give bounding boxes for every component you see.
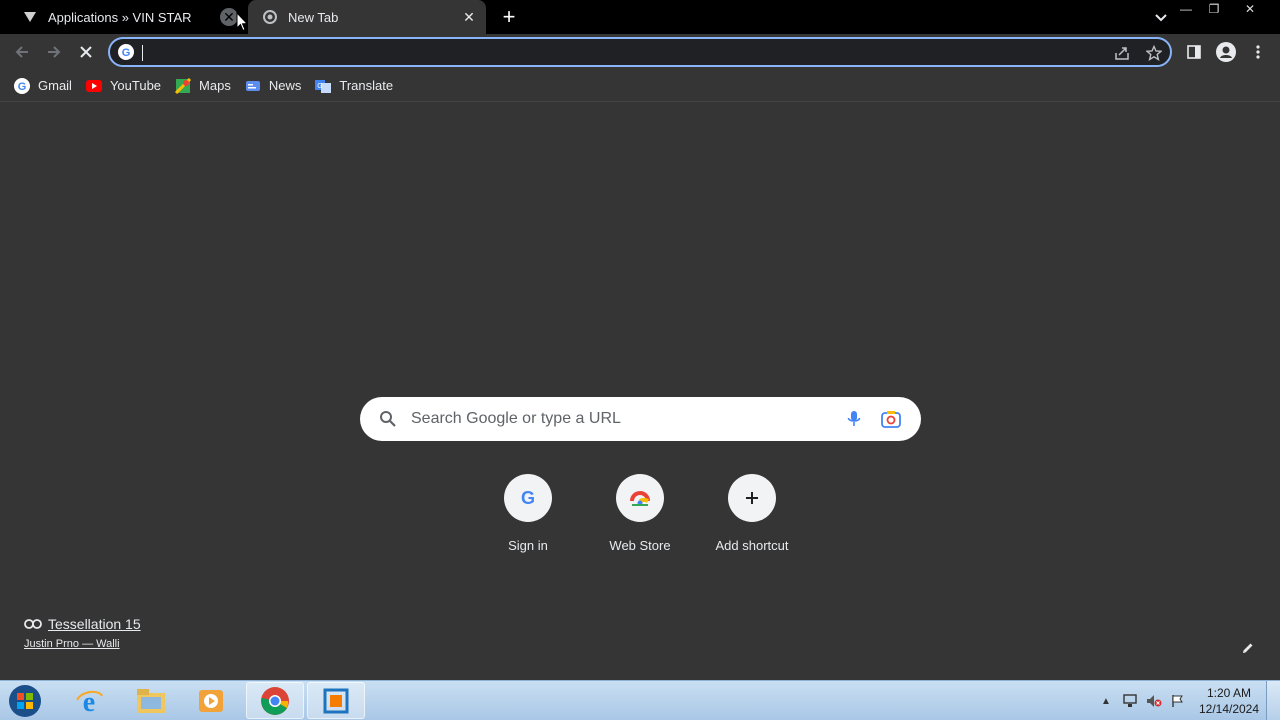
clock-time: 1:20 AM — [1206, 686, 1252, 700]
svg-text:G: G — [318, 83, 323, 90]
mouse-cursor-icon — [236, 12, 248, 32]
svg-text:G: G — [18, 81, 27, 93]
search-placeholder: Search Google or type a URL — [411, 410, 621, 427]
profile-button[interactable] — [1212, 38, 1240, 66]
webstore-icon — [616, 474, 664, 522]
file-explorer-icon — [137, 688, 165, 713]
forward-arrow-icon — [48, 46, 61, 58]
new-tab-button[interactable]: + — [498, 6, 520, 28]
news-icon — [245, 78, 261, 94]
windows-orb-icon — [9, 685, 41, 717]
volume-muted-icon[interactable] — [1146, 693, 1162, 709]
taskbar-internet-explorer[interactable]: e — [60, 682, 118, 719]
vinstar-favicon — [22, 9, 38, 25]
bookmark-label: Gmail — [38, 78, 72, 93]
tab-title: New Tab — [288, 9, 339, 25]
attribution-title[interactable]: Tessellation 15 — [48, 616, 141, 632]
shortcut-web-store[interactable]: Web Store — [584, 474, 696, 564]
clock-date: 12/14/2024 — [1198, 702, 1260, 716]
show-hidden-icons-icon[interactable]: ▲ — [1098, 693, 1114, 709]
taskbar-clock[interactable]: 1:20 AM 12/14/2024 — [1196, 685, 1262, 717]
start-button[interactable] — [4, 683, 46, 719]
kebab-menu-icon — [1256, 45, 1260, 59]
text-caret — [142, 45, 143, 61]
svg-text:G: G — [122, 47, 131, 59]
background-attribution[interactable]: Tessellation 15 Justin Prno — Walli — [24, 616, 141, 650]
shortcut-sign-in[interactable]: G Sign in — [472, 474, 584, 564]
microphone-icon[interactable] — [844, 409, 864, 429]
windows-taskbar: e ▲ 1:20 AM 12/14/2024 — [0, 680, 1280, 720]
shortcut-label: Sign in — [508, 538, 548, 553]
side-panel-button[interactable] — [1180, 38, 1208, 66]
bookmarks-bar: G Gmail YouTube Maps News G Translate — [0, 70, 1280, 102]
tab-search-chevron-icon[interactable] — [1150, 6, 1172, 28]
translate-icon: G — [315, 78, 332, 94]
taskbar-virtualbox[interactable] — [307, 682, 365, 719]
tab-new-tab[interactable]: New Tab ✕ — [248, 0, 486, 34]
shortcut-label: Add shortcut — [715, 538, 789, 553]
minimize-button[interactable]: — — [1172, 0, 1200, 18]
share-icon[interactable] — [1112, 43, 1132, 63]
bookmark-youtube[interactable]: YouTube — [84, 74, 167, 98]
attribution-author[interactable]: Justin Prno — Walli — [24, 638, 141, 650]
restore-button[interactable]: ❐ — [1200, 0, 1228, 18]
close-window-button[interactable]: ✕ — [1228, 0, 1272, 18]
bookmark-label: YouTube — [109, 78, 162, 93]
bookmark-label: News — [268, 78, 302, 93]
bookmark-news[interactable]: News — [243, 74, 308, 98]
bookmark-maps[interactable]: Maps — [173, 74, 237, 98]
virtualbox-icon — [323, 688, 349, 713]
tab-title: Applications » VIN STAR — [48, 9, 192, 25]
bookmark-label: Translate — [339, 78, 394, 93]
window-controls: — ❐ ✕ — [1172, 0, 1272, 18]
youtube-icon — [85, 78, 102, 94]
toolbar: G — [0, 34, 1280, 70]
back-button[interactable] — [8, 38, 36, 66]
profile-avatar-icon — [1216, 42, 1236, 62]
tab-strip: Applications » VIN STAR ✕ New Tab ✕ + — … — [0, 0, 1280, 34]
ntp-search-box[interactable]: Search Google or type a URL — [360, 397, 921, 441]
search-icon — [378, 409, 398, 429]
google-icon: G — [118, 44, 134, 60]
network-icon[interactable] — [1122, 693, 1138, 709]
back-arrow-icon — [15, 46, 28, 58]
side-panel-icon — [1187, 45, 1201, 59]
google-lens-icon[interactable] — [880, 409, 902, 429]
system-tray: ▲ — [1098, 691, 1186, 711]
media-player-icon — [199, 689, 223, 712]
bookmark-star-icon[interactable] — [1144, 43, 1164, 63]
address-input[interactable] — [142, 43, 1082, 61]
bookmark-label: Maps — [199, 78, 231, 93]
bookmark-gmail[interactable]: G Gmail — [12, 74, 78, 98]
taskbar-chrome[interactable] — [246, 682, 304, 719]
stop-x-icon — [80, 46, 92, 58]
action-center-flag-icon[interactable] — [1170, 693, 1186, 709]
chrome-newtab-favicon — [262, 9, 278, 25]
google-icon: G — [14, 77, 30, 94]
taskbar-file-explorer[interactable] — [122, 682, 180, 719]
svg-text:G: G — [521, 488, 535, 508]
menu-button[interactable] — [1244, 38, 1272, 66]
shortcut-label: Web Store — [609, 538, 671, 553]
address-bar[interactable]: G — [108, 37, 1172, 67]
tab-vinstar[interactable]: Applications » VIN STAR ✕ — [8, 0, 246, 34]
show-desktop-button[interactable] — [1266, 681, 1280, 720]
chrome-icon — [261, 686, 289, 715]
google-icon: G — [504, 474, 552, 522]
link-icon — [24, 619, 42, 629]
bookmark-translate[interactable]: G Translate — [313, 74, 399, 98]
stop-loading-button[interactable] — [72, 38, 100, 66]
tab-close-icon[interactable]: ✕ — [460, 8, 478, 26]
taskbar-media-player[interactable] — [182, 682, 240, 719]
shortcut-add[interactable]: Add shortcut — [696, 474, 808, 564]
maps-icon — [175, 77, 192, 94]
customize-pencil-icon[interactable] — [1238, 638, 1258, 658]
plus-icon — [728, 474, 776, 522]
forward-button[interactable] — [40, 38, 68, 66]
internet-explorer-icon: e — [76, 687, 103, 716]
